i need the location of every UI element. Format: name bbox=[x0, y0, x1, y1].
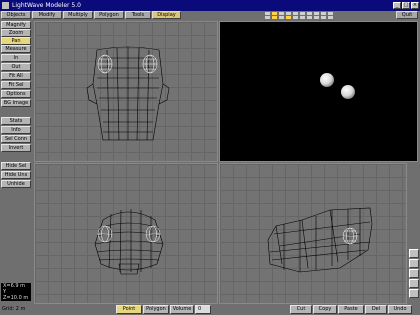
layer-bg-4[interactable] bbox=[286, 16, 291, 19]
tab-polygon[interactable]: Polygon bbox=[94, 11, 124, 19]
measure-button[interactable]: Measure bbox=[1, 45, 31, 53]
polygon-mode-button[interactable]: Polygon bbox=[143, 305, 169, 314]
top-toolbar: Objects Modify Multiply Polygon Tools Di… bbox=[0, 11, 420, 20]
quit-button[interactable]: Quit bbox=[396, 11, 418, 19]
point-mode-button[interactable]: Point bbox=[116, 305, 142, 314]
bg-image-button[interactable]: BG Image bbox=[1, 99, 31, 107]
layer-bg-8[interactable] bbox=[314, 16, 319, 19]
layer-6[interactable] bbox=[300, 12, 305, 15]
cut-button[interactable]: Cut bbox=[290, 305, 312, 314]
grid-size-label: Grid: 2 m bbox=[2, 306, 26, 312]
wireframe-top-model bbox=[86, 46, 170, 141]
sphere-left bbox=[320, 73, 334, 87]
layer-bg-5[interactable] bbox=[293, 16, 298, 19]
layer-bg-10[interactable] bbox=[328, 16, 333, 19]
layer-5[interactable] bbox=[293, 12, 298, 15]
layer-7[interactable] bbox=[307, 12, 312, 15]
minimize-button[interactable]: _ bbox=[393, 2, 401, 9]
coord-z: Z=10.0 m bbox=[3, 295, 29, 301]
layer-8[interactable] bbox=[314, 12, 319, 15]
layer-10[interactable] bbox=[328, 12, 333, 15]
view-tool-3-icon[interactable] bbox=[409, 269, 419, 278]
viewport-top[interactable] bbox=[34, 21, 218, 162]
view-tool-5-icon[interactable] bbox=[409, 289, 419, 298]
layer-bg-7[interactable] bbox=[307, 16, 312, 19]
paste-button[interactable]: Paste bbox=[338, 305, 364, 314]
delete-button[interactable]: Del bbox=[365, 305, 387, 314]
selection-count: 0 bbox=[195, 305, 211, 314]
undo-button[interactable]: Undo bbox=[388, 305, 412, 314]
zoom-out-button[interactable]: Out bbox=[1, 63, 31, 71]
coordinate-readout: X=6.9 m Y Z=10.0 m bbox=[1, 283, 31, 301]
layer-2[interactable] bbox=[272, 12, 277, 15]
layer-bg-2[interactable] bbox=[272, 16, 277, 19]
layer-1[interactable] bbox=[265, 12, 270, 15]
viewport-front[interactable] bbox=[34, 163, 218, 304]
view-tool-2-icon[interactable] bbox=[409, 259, 419, 268]
volume-mode-button[interactable]: Volume bbox=[170, 305, 194, 314]
tab-multiply[interactable]: Multiply bbox=[63, 11, 93, 19]
info-button[interactable]: Info bbox=[1, 126, 31, 134]
fit-sel-button[interactable]: Fit Sel bbox=[1, 81, 31, 89]
viewport-perspective[interactable] bbox=[219, 21, 418, 162]
unhide-button[interactable]: Unhide bbox=[1, 180, 31, 188]
tab-tools[interactable]: Tools bbox=[125, 11, 151, 19]
wireframe-front-model bbox=[94, 209, 164, 275]
layer-3[interactable] bbox=[279, 12, 284, 15]
close-button[interactable]: × bbox=[411, 2, 419, 9]
layer-bg-9[interactable] bbox=[321, 16, 326, 19]
wireframe-side-model bbox=[267, 207, 373, 273]
title-bar: LightWave Modeler 5.0 _ □ × bbox=[0, 0, 420, 11]
pan-button[interactable]: Pan bbox=[1, 37, 31, 45]
fit-all-button[interactable]: Fit All bbox=[1, 72, 31, 80]
options-button[interactable]: Options bbox=[1, 90, 31, 98]
app-icon bbox=[2, 2, 9, 9]
tab-objects[interactable]: Objects bbox=[1, 11, 31, 19]
zoom-button[interactable]: Zoom bbox=[1, 29, 31, 37]
view-tool-4-icon[interactable] bbox=[409, 279, 419, 288]
perspective-render bbox=[320, 73, 355, 99]
layer-9[interactable] bbox=[321, 12, 326, 15]
layer-bg-6[interactable] bbox=[300, 16, 305, 19]
viewport-side[interactable] bbox=[219, 163, 407, 304]
hide-sel-button[interactable]: Hide Sel bbox=[1, 162, 31, 170]
view-tool-1-icon[interactable] bbox=[409, 249, 419, 258]
sphere-right bbox=[341, 85, 355, 99]
magnify-button[interactable]: Magnify bbox=[1, 21, 31, 29]
zoom-in-button[interactable]: In bbox=[1, 54, 31, 62]
copy-button[interactable]: Copy bbox=[313, 305, 337, 314]
sidebar: Magnify Zoom Pan Measure In Out Fit All … bbox=[0, 20, 33, 305]
stats-button[interactable]: Stats bbox=[1, 117, 31, 125]
hide-uns-button[interactable]: Hide Uns bbox=[1, 171, 31, 179]
layer-bg-3[interactable] bbox=[279, 16, 284, 19]
tab-display[interactable]: Display bbox=[152, 11, 181, 19]
status-bar: Grid: 2 m Point Polygon Volume 0 Cut Cop… bbox=[0, 305, 420, 315]
window-title: LightWave Modeler 5.0 bbox=[12, 2, 81, 9]
layer-bg-1[interactable] bbox=[265, 16, 270, 19]
layer-4[interactable] bbox=[286, 12, 291, 15]
tab-modify[interactable]: Modify bbox=[32, 11, 62, 19]
maximize-button[interactable]: □ bbox=[402, 2, 410, 9]
invert-button[interactable]: Invert bbox=[1, 144, 31, 152]
sel-conn-button[interactable]: Sel Conn bbox=[1, 135, 31, 143]
